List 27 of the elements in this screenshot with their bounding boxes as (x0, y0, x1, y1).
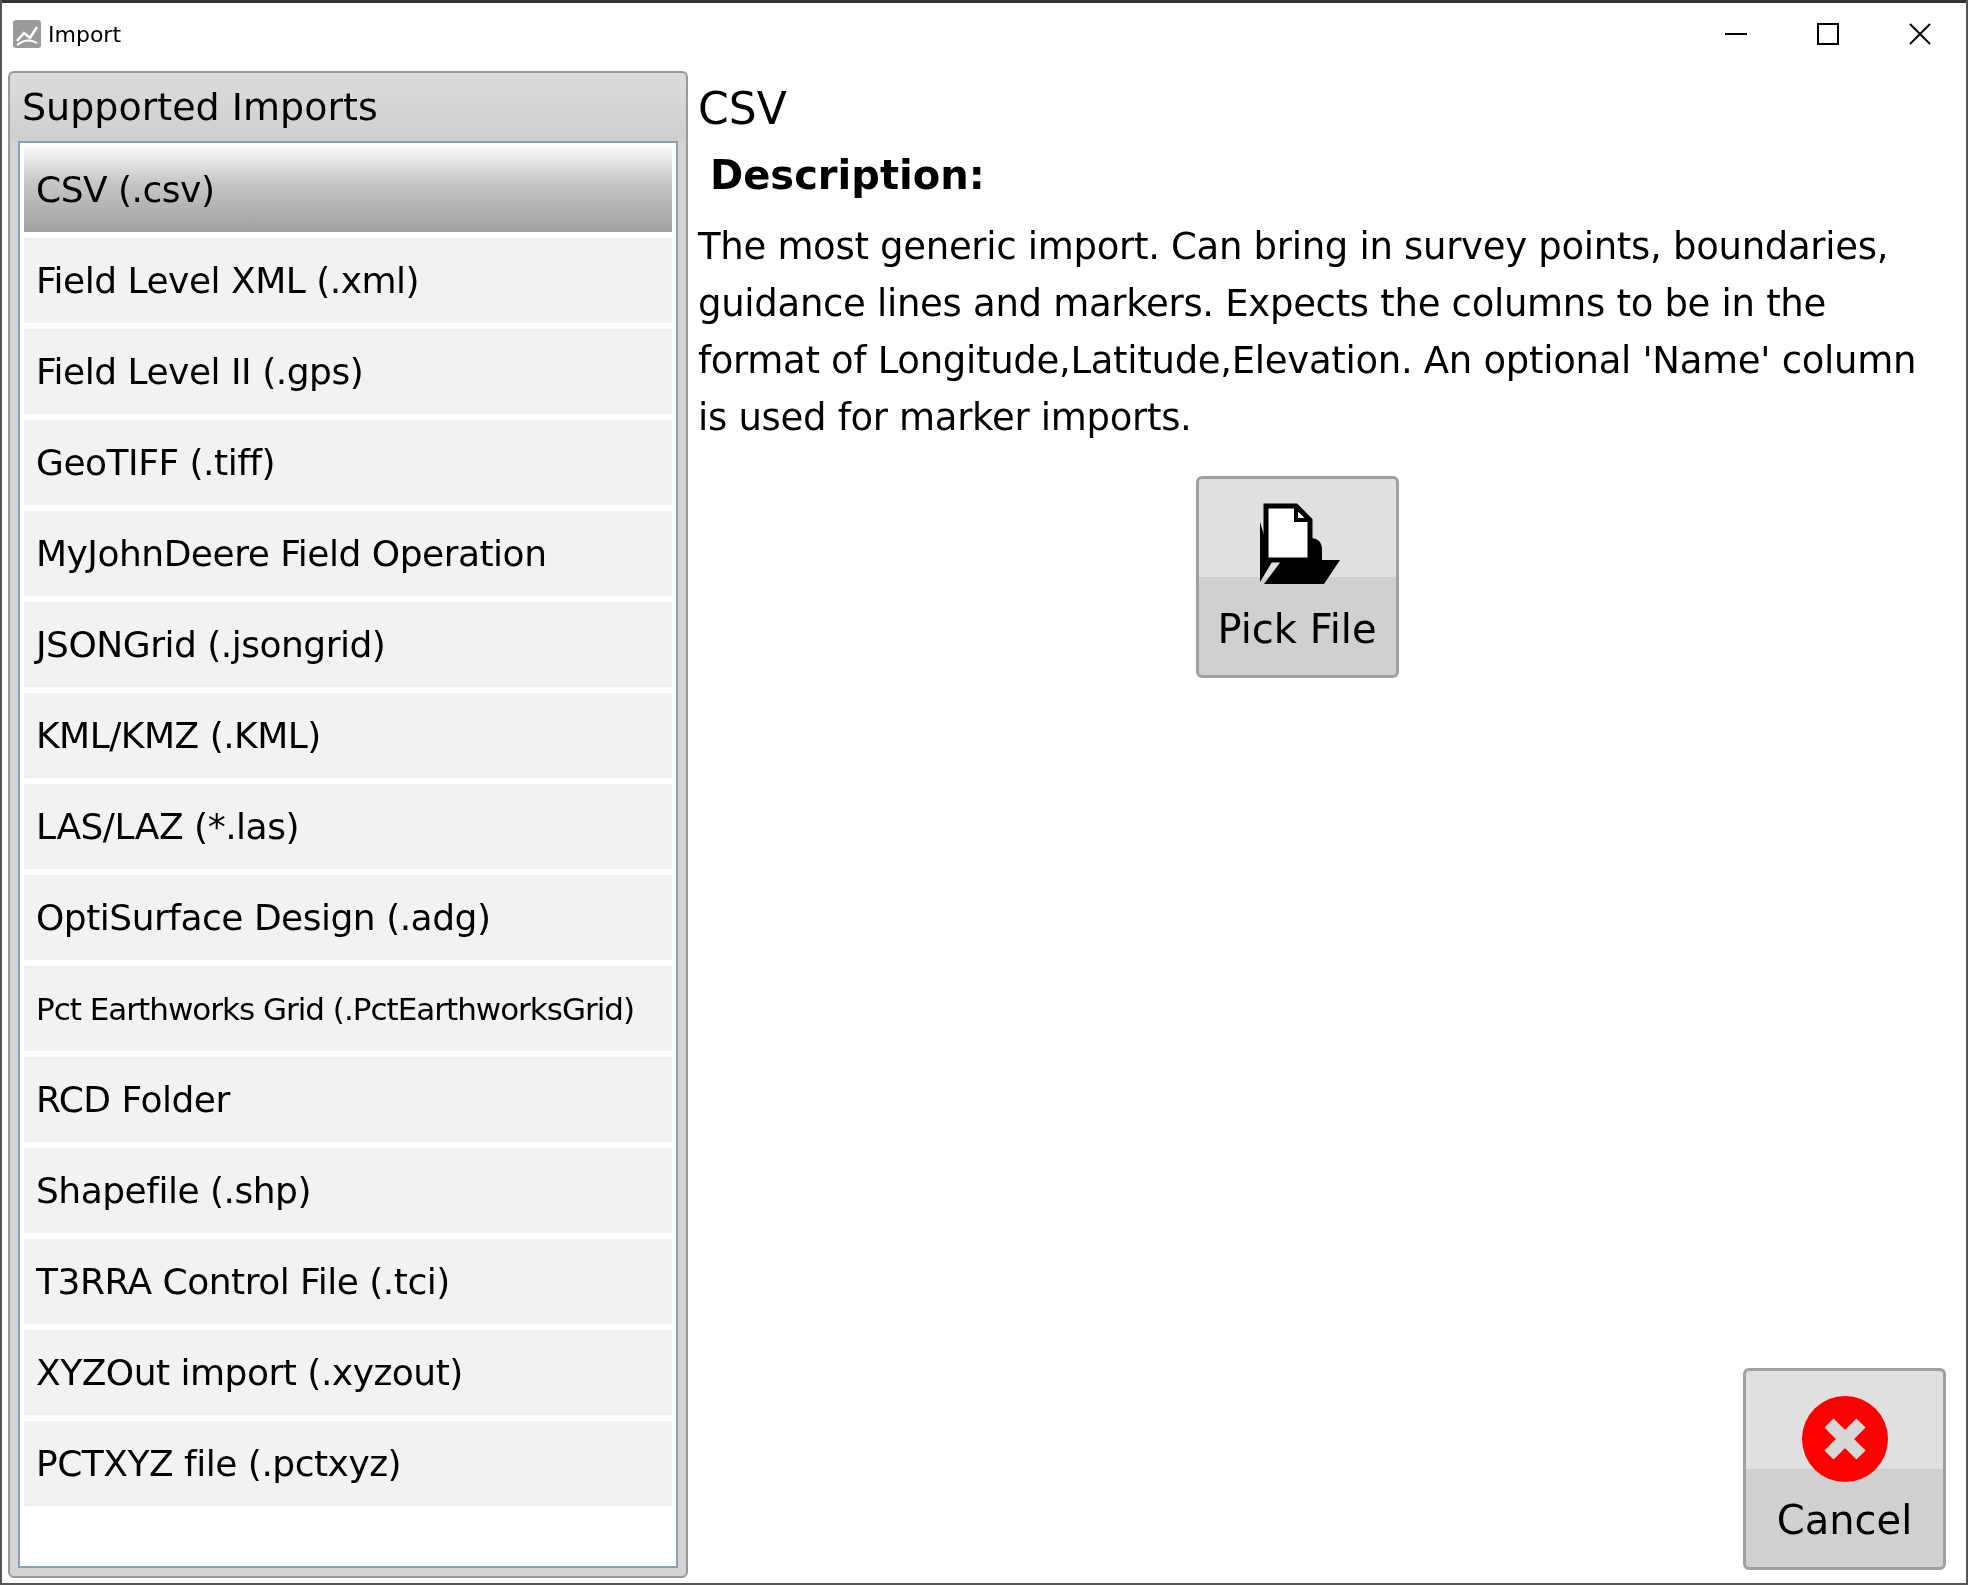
description-text: The most generic import. Can bring in survey points, boundaries, guidance lines and markers. Expects the columns to be in the format of Longitude,Latitude,Elevation. An optional 'Name' column is used for marker imports. (698, 224, 1918, 441)
list-item[interactable]: Shapefile (.shp) (24, 1148, 672, 1233)
description-label: Description: (710, 152, 985, 198)
list-item[interactable]: LAS/LAZ (*.las) (24, 784, 672, 869)
list-item[interactable]: GeoTIFF (.tiff) (24, 420, 672, 505)
maximize-icon (1817, 23, 1839, 45)
list-item[interactable]: RCD Folder (24, 1057, 672, 1142)
list-item[interactable]: Field Level II (.gps) (24, 329, 672, 414)
list-item[interactable]: Pct Earthworks Grid (.PctEarthworksGrid) (24, 966, 672, 1051)
minimize-icon (1725, 33, 1747, 35)
list-item[interactable]: XYZOut import (.xyzout) (24, 1330, 672, 1415)
pick-file-button[interactable]: Pick File (1195, 476, 1399, 678)
list-item[interactable]: OptiSurface Design (.adg) (24, 875, 672, 960)
window-title: Import (48, 21, 122, 47)
list-item[interactable]: PCTXYZ file (.pctxyz) (24, 1421, 672, 1506)
import-title: CSV (698, 83, 787, 134)
list-item[interactable]: MyJohnDeere Field Operation (24, 511, 672, 596)
app-icon (12, 19, 42, 49)
list-item[interactable]: T3RRA Control File (.tci) (24, 1239, 672, 1324)
list-item[interactable]: Field Level XML (.xml) (24, 238, 672, 323)
close-icon (1909, 23, 1931, 45)
list-item[interactable]: CSV (.csv) (24, 147, 672, 232)
list-item[interactable]: JSONGrid (.jsongrid) (24, 602, 672, 687)
panel-header: Supported Imports (10, 73, 686, 141)
cancel-icon (1800, 1395, 1889, 1483)
list-item[interactable]: KML/KMZ (.KML) (24, 693, 672, 778)
cancel-button[interactable]: Cancel (1743, 1368, 1946, 1570)
